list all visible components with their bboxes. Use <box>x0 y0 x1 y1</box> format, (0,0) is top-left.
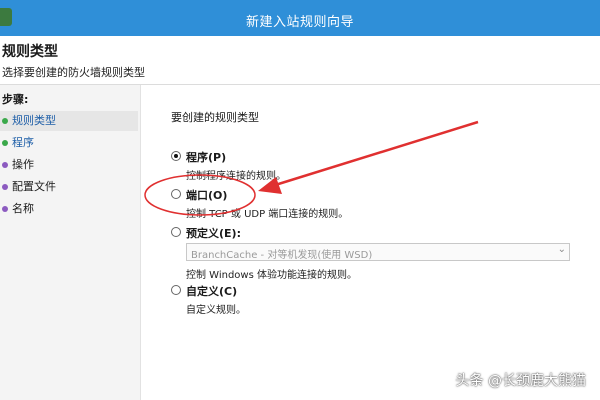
steps-title: 步骤: <box>2 93 29 106</box>
main-panel: 要创建的规则类型 程序(P) 控制程序连接的规则。 端口(O) 控制 TCP 或… <box>141 85 600 400</box>
step-label: 操作 <box>12 158 34 171</box>
page-header: 规则类型 选择要创建的防火墙规则类型 <box>0 36 600 85</box>
program-description: 控制程序连接的规则。 <box>186 171 286 182</box>
program-radio[interactable] <box>171 151 181 161</box>
title-bar[interactable]: 新建入站规则向导 <box>0 0 600 36</box>
step-label: 配置文件 <box>12 180 56 193</box>
port-description: 控制 TCP 或 UDP 端口连接的规则。 <box>186 209 349 220</box>
step-item-action[interactable]: 操作 <box>0 155 138 175</box>
step-item-program[interactable]: 程序 <box>0 133 138 153</box>
predefined-description: 控制 Windows 体验功能连接的规则。 <box>186 270 357 281</box>
program-label[interactable]: 程序(P) <box>186 149 226 165</box>
window-title: 新建入站规则向导 <box>245 15 354 30</box>
chevron-down-icon[interactable]: ⌄ <box>558 244 566 255</box>
predefined-label[interactable]: 预定义(E): <box>186 225 241 241</box>
step-item-rule-type[interactable]: 规则类型 <box>0 111 138 131</box>
predefined-select-value: BranchCache - 对等机发现(使用 WSD) <box>191 250 373 261</box>
custom-radio[interactable] <box>171 285 181 295</box>
steps-panel: 步骤: 规则类型 程序 操作 配置文件 名称 <box>0 85 141 400</box>
predefined-select[interactable]: BranchCache - 对等机发现(使用 WSD) ⌄ <box>186 243 570 261</box>
step-item-profile[interactable]: 配置文件 <box>0 177 138 197</box>
port-radio[interactable] <box>171 189 181 199</box>
step-dot-icon <box>2 184 8 190</box>
step-dot-icon <box>2 118 8 124</box>
step-dot-icon <box>2 162 8 168</box>
port-label[interactable]: 端口(O) <box>186 187 227 203</box>
custom-label[interactable]: 自定义(C) <box>186 283 237 299</box>
step-label: 名称 <box>12 202 34 215</box>
step-item-name[interactable]: 名称 <box>0 199 138 219</box>
step-label: 程序 <box>12 136 34 149</box>
watermark-text: 头条 @长颈鹿大熊猫 <box>455 373 586 389</box>
step-dot-icon <box>2 140 8 146</box>
page-title: 规则类型 <box>2 44 58 60</box>
rule-type-prompt: 要创建的规则类型 <box>171 111 259 124</box>
predefined-radio[interactable] <box>171 227 181 237</box>
custom-description: 自定义规则。 <box>186 305 246 316</box>
step-dot-icon <box>2 206 8 212</box>
page-subtitle: 选择要创建的防火墙规则类型 <box>2 66 145 79</box>
step-label: 规则类型 <box>12 114 56 127</box>
